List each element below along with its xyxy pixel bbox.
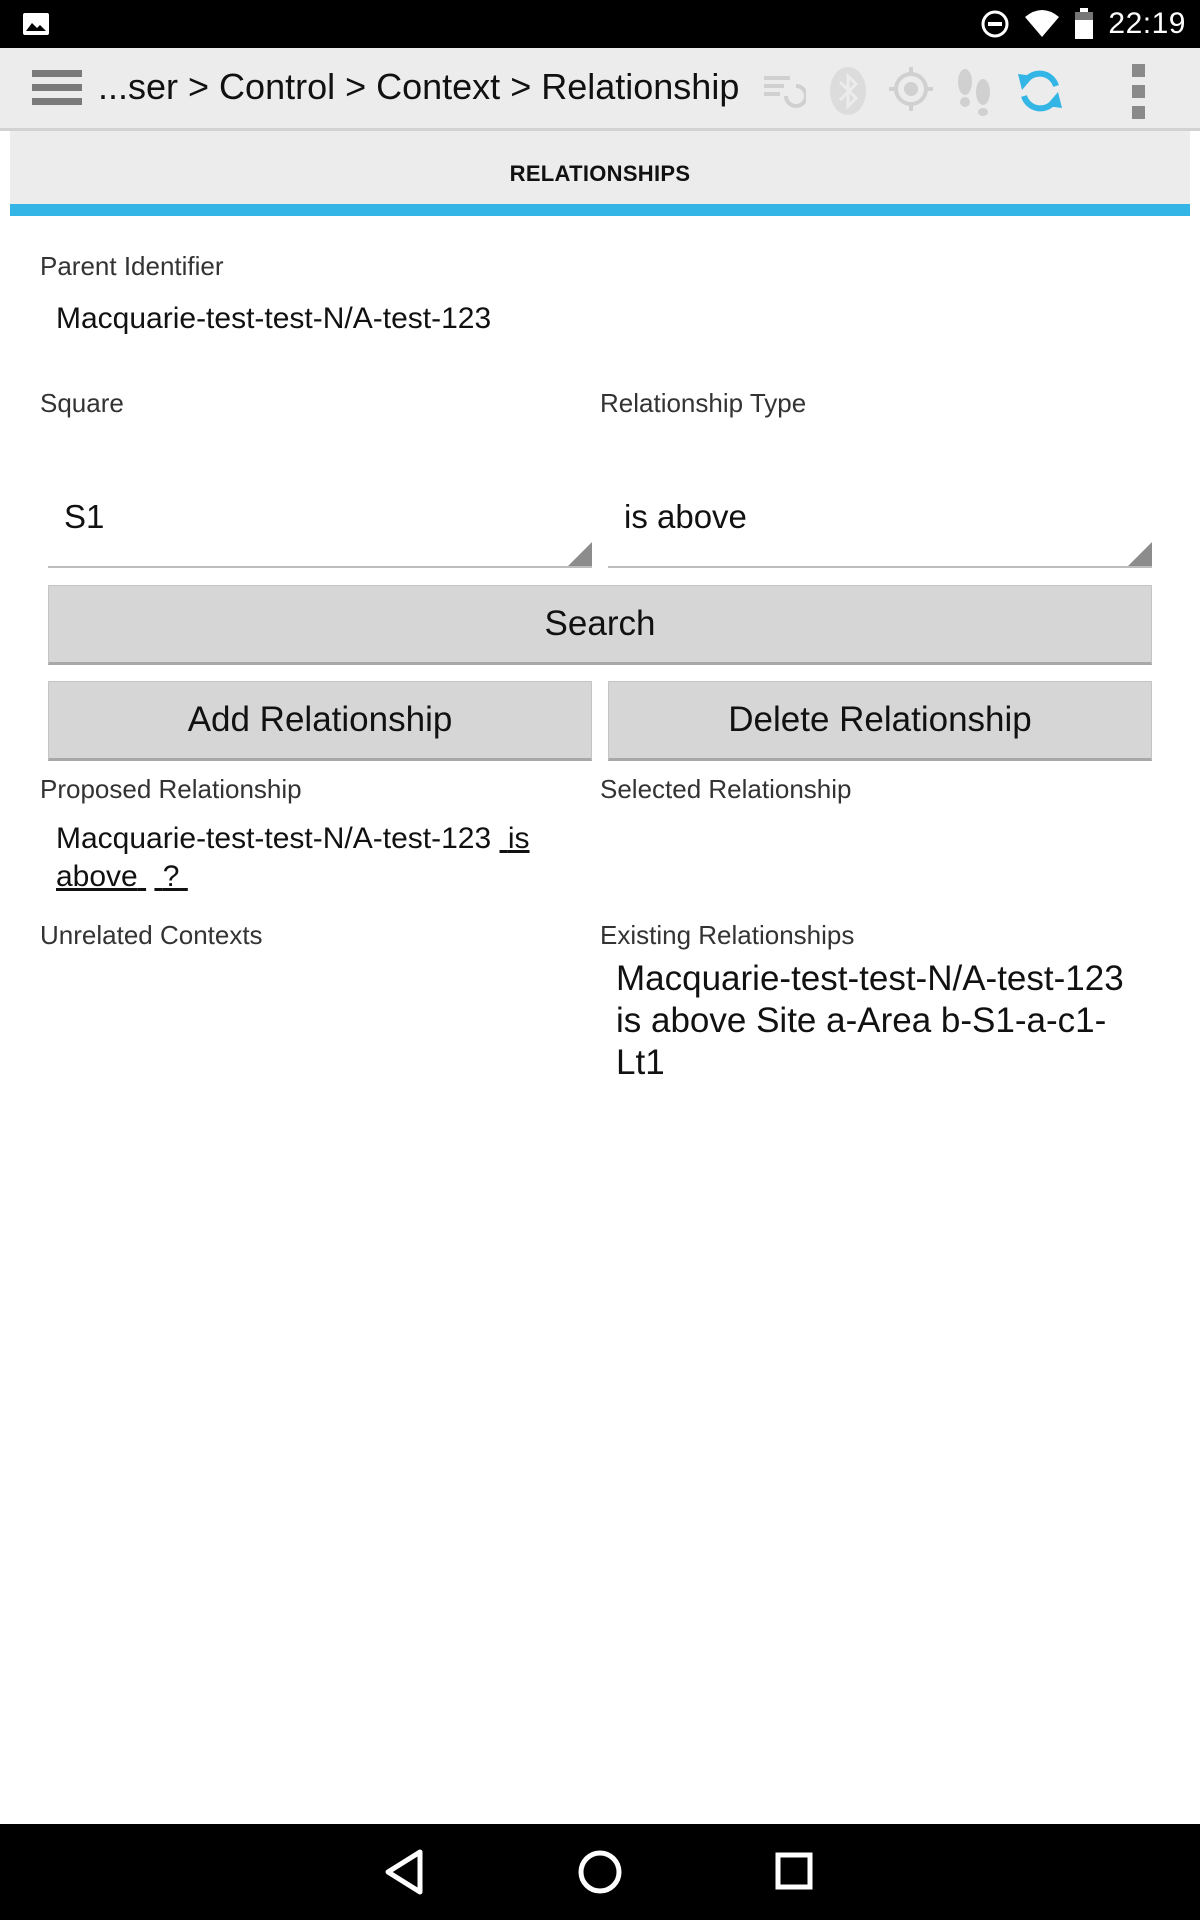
square-spinner-value: S1 bbox=[64, 498, 105, 535]
proposed-relationship-value: Macquarie-test-test-N/A-test-123 is abov… bbox=[56, 820, 576, 896]
parent-identifier-label: Parent Identifier bbox=[40, 251, 224, 281]
search-button[interactable]: Search bbox=[48, 585, 1152, 665]
footsteps-icon[interactable] bbox=[952, 66, 998, 116]
gallery-icon bbox=[23, 13, 49, 35]
home-icon[interactable] bbox=[574, 1846, 626, 1898]
square-spinner[interactable]: S1 bbox=[48, 488, 592, 568]
recents-icon[interactable] bbox=[772, 1846, 818, 1898]
existing-relationships-list: Macquarie-test-test-N/A-test-123 is abov… bbox=[616, 958, 1136, 1084]
navigation-bar bbox=[0, 1824, 1200, 1920]
proposed-relationship-target-link[interactable]: ? bbox=[154, 860, 187, 893]
parent-identifier-value: Macquarie-test-test-N/A-test-123 bbox=[56, 302, 492, 335]
relationship-type-spinner[interactable]: is above bbox=[608, 488, 1152, 568]
overflow-menu-icon[interactable] bbox=[1132, 64, 1146, 127]
hamburger-menu-icon[interactable] bbox=[32, 70, 82, 110]
proposed-relationship-label: Proposed Relationship bbox=[40, 774, 302, 804]
breadcrumb: ...ser > Control > Context > Relationshi… bbox=[98, 66, 740, 107]
status-bar: 22:19 bbox=[0, 0, 1200, 48]
sync-list-icon[interactable] bbox=[760, 66, 806, 110]
tab-indicator bbox=[10, 204, 1190, 216]
delete-relationship-button[interactable]: Delete Relationship bbox=[608, 681, 1152, 761]
wifi-icon bbox=[1025, 10, 1060, 37]
bluetooth-icon[interactable] bbox=[826, 66, 870, 116]
do-not-disturb-icon bbox=[981, 10, 1009, 38]
dropdown-arrow-icon bbox=[568, 542, 592, 566]
unrelated-contexts-label: Unrelated Contexts bbox=[40, 920, 263, 950]
list-item[interactable]: Macquarie-test-test-N/A-test-123 is abov… bbox=[616, 958, 1136, 1084]
sync-icon[interactable] bbox=[1016, 66, 1064, 116]
relationship-type-label: Relationship Type bbox=[600, 388, 807, 418]
selected-relationship-label: Selected Relationship bbox=[600, 774, 852, 804]
battery-icon bbox=[1075, 8, 1094, 39]
dropdown-arrow-icon bbox=[1128, 542, 1152, 566]
tab-relationships[interactable]: RELATIONSHIPS bbox=[10, 131, 1190, 204]
proposed-relationship-parent: Macquarie-test-test-N/A-test-123 bbox=[56, 822, 492, 855]
action-bar: ...ser > Control > Context > Relationshi… bbox=[0, 48, 1200, 131]
gps-icon[interactable] bbox=[888, 66, 934, 112]
square-label: Square bbox=[40, 388, 124, 418]
existing-relationships-label: Existing Relationships bbox=[600, 920, 855, 950]
back-icon[interactable] bbox=[380, 1846, 430, 1898]
add-relationship-button[interactable]: Add Relationship bbox=[48, 681, 592, 761]
clock: 22:19 bbox=[1108, 7, 1186, 40]
tab-label: RELATIONSHIPS bbox=[509, 161, 691, 186]
relationship-type-spinner-value: is above bbox=[624, 498, 747, 535]
